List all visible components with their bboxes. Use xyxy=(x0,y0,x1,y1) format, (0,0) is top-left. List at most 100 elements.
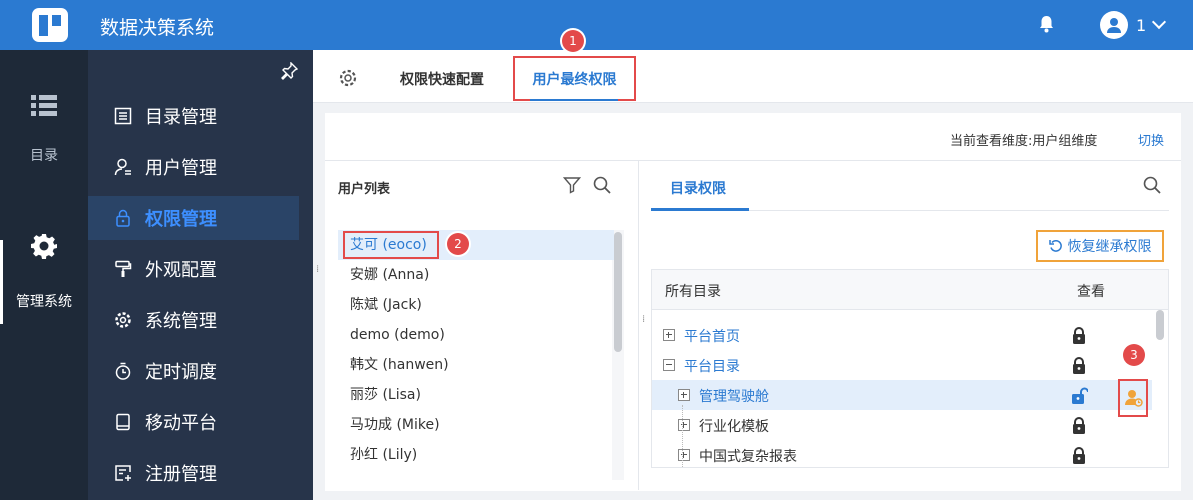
user-list-item[interactable]: 韩文 (hanwen) xyxy=(338,350,614,380)
user-list-item[interactable]: 丽莎 (Lisa) xyxy=(338,380,614,410)
bell-icon[interactable] xyxy=(1038,15,1055,33)
switch-dimension-link[interactable]: 切换 xyxy=(1138,130,1164,149)
tab-final-permissions[interactable]: 用户最终权限 xyxy=(513,56,636,101)
tree-row[interactable]: 平台目录 xyxy=(652,350,1152,380)
lock-icon xyxy=(113,208,133,228)
gear-icon xyxy=(113,310,133,330)
nav-label: 权限管理 xyxy=(145,209,217,230)
left-rail: 目录 管理系统 xyxy=(0,50,88,500)
selected-user-highlight xyxy=(343,231,439,259)
paint-roller-icon xyxy=(113,259,133,279)
active-tab-underline xyxy=(530,99,618,101)
nav-label: 目录管理 xyxy=(145,107,217,128)
step-badge-1: 1 xyxy=(562,30,584,52)
dimension-text: 当前查看维度:用户组维度 xyxy=(950,134,1098,149)
lock-closed-icon[interactable] xyxy=(1072,447,1086,464)
step-badge-2: 2 xyxy=(447,233,469,255)
lock-closed-icon[interactable] xyxy=(1072,357,1086,374)
nav-label: 移动平台 xyxy=(145,413,217,434)
nav-item-users[interactable]: 用户管理 xyxy=(88,145,299,189)
nav-item-mobile[interactable]: 移动平台 xyxy=(88,400,299,444)
expand-icon[interactable] xyxy=(678,419,690,431)
nav-label: 用户管理 xyxy=(145,158,217,179)
nav-item-permissions[interactable]: 权限管理 xyxy=(88,196,299,240)
search-icon[interactable] xyxy=(593,176,611,194)
tree-header: 所有目录 查看 xyxy=(652,270,1168,310)
nav-label: 系统管理 xyxy=(145,311,217,332)
rail-item-admin[interactable]: 管理系统 xyxy=(0,233,88,311)
collapse-icon[interactable] xyxy=(663,359,675,371)
chevron-down-icon xyxy=(1152,14,1167,30)
settings-gear-icon[interactable] xyxy=(338,68,358,88)
user-list: 艾可 (eoco) 安娜 (Anna) 陈斌 (Jack) demo (demo… xyxy=(338,230,614,470)
top-bar: 数据决策系统 1 xyxy=(0,0,1193,50)
divider xyxy=(325,160,1181,161)
nav-label: 定时调度 xyxy=(145,362,217,383)
user-list-item[interactable]: 马功成 (Mike) xyxy=(338,410,614,440)
restore-inherit-button[interactable]: 恢复继承权限 xyxy=(1036,230,1164,262)
restore-label: 恢复继承权限 xyxy=(1067,239,1152,255)
user-list-title: 用户列表 xyxy=(338,182,391,197)
list-icon xyxy=(31,95,57,116)
app-logo xyxy=(32,8,68,42)
tree-row-label: 管理驾驶舱 xyxy=(699,389,769,405)
nav-item-appearance[interactable]: 外观配置 xyxy=(88,247,299,291)
column-header-name: 所有目录 xyxy=(665,284,721,300)
step-badge-3: 3 xyxy=(1123,344,1145,366)
user-menu[interactable]: 1 xyxy=(1100,10,1167,40)
lock-open-icon[interactable] xyxy=(1072,387,1088,404)
tab-quick-config[interactable]: 权限快速配置 xyxy=(400,69,484,89)
column-header-view: 查看 xyxy=(1077,284,1105,300)
user-icon xyxy=(113,157,133,177)
nav-label: 注册管理 xyxy=(145,464,217,485)
user-avatar-icon xyxy=(1100,11,1128,39)
user-list-item[interactable]: 安娜 (Anna) xyxy=(338,260,614,290)
nav-item-system[interactable]: 系统管理 xyxy=(88,298,299,342)
inherit-highlight xyxy=(1118,379,1148,417)
lock-closed-icon[interactable] xyxy=(1072,327,1086,344)
rail-label: 目录 xyxy=(30,148,58,164)
timer-icon xyxy=(113,361,133,381)
divider xyxy=(638,160,639,490)
tree-row-label: 平台目录 xyxy=(684,359,740,375)
rail-item-catalog[interactable]: 目录 xyxy=(0,95,88,165)
expand-icon[interactable] xyxy=(678,389,690,401)
nav-item-registration[interactable]: 注册管理 xyxy=(88,451,299,495)
tree-guide-line xyxy=(682,405,683,467)
nav-label: 外观配置 xyxy=(145,260,217,281)
catalog-tree: 所有目录 查看 平台首页 平台目录 管理驾驶舱 行业化模板 中国式复杂报表 xyxy=(651,269,1169,468)
user-name: 1 xyxy=(1136,15,1147,35)
user-inherit-icon[interactable] xyxy=(1125,389,1143,407)
resize-handle[interactable]: ⁞ xyxy=(642,315,646,332)
active-tab-underline xyxy=(651,208,749,211)
nav-item-schedule[interactable]: 定时调度 xyxy=(88,349,299,393)
tree-row-label: 行业化模板 xyxy=(699,419,769,435)
user-list-item[interactable]: 陈斌 (Jack) xyxy=(338,290,614,320)
side-nav: 目录管理 用户管理 权限管理 外观配置 系统管理 定时调度 移动平台 注册管理 xyxy=(88,50,313,500)
user-list-item[interactable]: 孙红 (Lily) xyxy=(338,440,614,470)
tree-row[interactable]: 行业化模板 xyxy=(652,410,1152,440)
expand-icon[interactable] xyxy=(663,329,675,341)
lock-closed-icon[interactable] xyxy=(1072,417,1086,434)
user-list-item[interactable]: demo (demo) xyxy=(338,320,614,350)
filter-icon[interactable] xyxy=(563,176,581,194)
resize-handle[interactable]: ⁞ xyxy=(316,265,320,282)
user-list-scrollbar[interactable] xyxy=(614,232,622,352)
tree-row-label: 平台首页 xyxy=(684,329,740,345)
pin-icon[interactable] xyxy=(280,62,298,80)
tablet-icon xyxy=(113,412,133,432)
search-icon[interactable] xyxy=(1143,176,1161,194)
tree-row[interactable]: 管理驾驶舱 xyxy=(652,380,1152,410)
tree-row[interactable]: 平台首页 xyxy=(652,320,1152,350)
register-icon xyxy=(113,463,133,483)
tab-catalog-permissions[interactable]: 目录权限 xyxy=(670,178,726,198)
rail-label: 管理系统 xyxy=(16,294,72,310)
tree-row-label: 中国式复杂报表 xyxy=(699,449,797,465)
expand-icon[interactable] xyxy=(678,449,690,461)
app-title: 数据决策系统 xyxy=(100,17,215,39)
tree-scrollbar[interactable] xyxy=(1156,310,1164,340)
undo-icon xyxy=(1048,240,1062,252)
tree-row[interactable]: 中国式复杂报表 xyxy=(652,440,1152,470)
nav-item-catalog[interactable]: 目录管理 xyxy=(88,94,299,138)
document-list-icon xyxy=(113,106,133,126)
